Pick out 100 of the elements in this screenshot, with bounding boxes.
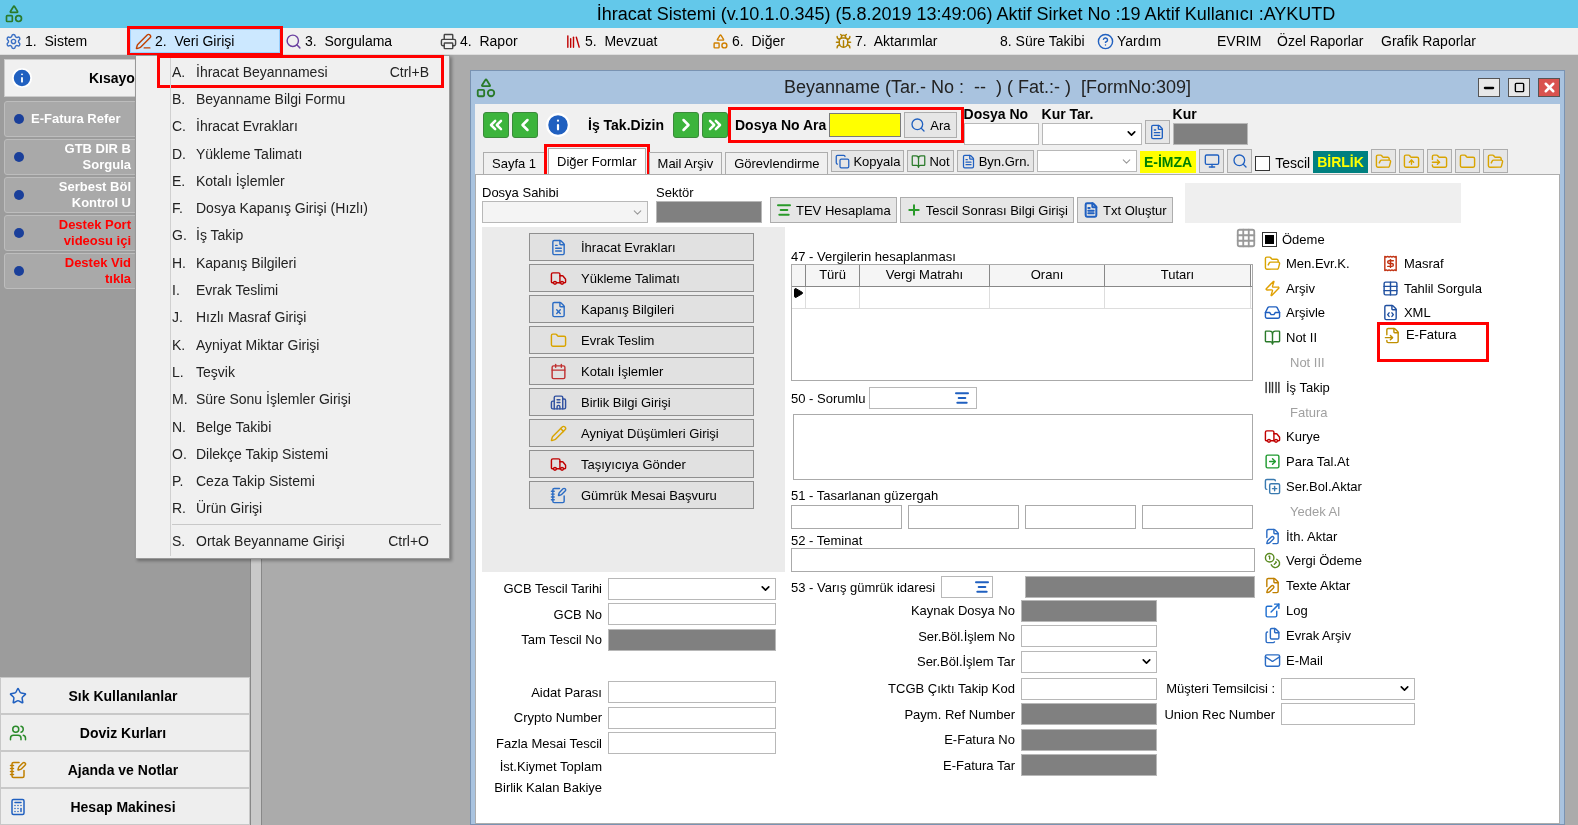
menu-item[interactable]: 4. Rapor bbox=[435, 29, 560, 53]
menu-item[interactable]: Yardım bbox=[1092, 29, 1212, 53]
form-input-field[interactable] bbox=[608, 603, 776, 626]
e-signature-label[interactable]: E-İMZA bbox=[1139, 151, 1197, 173]
action-link[interactable]: Tahlil Sorgula bbox=[1379, 275, 1487, 301]
action-link[interactable]: Arşivle bbox=[1262, 300, 1366, 326]
tab[interactable]: Mail Arşiv bbox=[648, 152, 723, 174]
action-link[interactable]: İth. Aktar bbox=[1262, 523, 1366, 549]
guarantee-input-field[interactable] bbox=[791, 548, 1255, 572]
form-input-field[interactable] bbox=[608, 732, 776, 755]
menu-entry[interactable]: P. Ceza Takip Sistemi bbox=[160, 467, 441, 495]
action-button[interactable]: TEV Hesaplama bbox=[770, 197, 897, 223]
action-button[interactable]: Txt Oluştur bbox=[1077, 197, 1173, 223]
menu-entry[interactable]: R. Ürün Girişi bbox=[160, 494, 441, 523]
table-row[interactable] bbox=[792, 287, 1252, 309]
last-button[interactable] bbox=[702, 112, 728, 138]
owner-dropdown[interactable] bbox=[482, 201, 648, 223]
folder-button[interactable] bbox=[1370, 149, 1396, 173]
action-link[interactable]: Arşiv bbox=[1262, 275, 1366, 301]
action-link[interactable]: Para Tal.At bbox=[1262, 449, 1366, 475]
menu-item[interactable]: 5. Mevzuat bbox=[560, 29, 707, 53]
sidebar-button[interactable]: Hesap Makinesi bbox=[0, 788, 250, 825]
close-button[interactable] bbox=[1538, 78, 1560, 97]
menu-entry[interactable]: M. Süre Sonu İşlemler Girişi bbox=[160, 385, 441, 413]
toolbar-button[interactable]: Kopyala bbox=[831, 150, 905, 172]
customs-lookup-field[interactable] bbox=[941, 576, 993, 598]
form-button[interactable]: Gümrük Mesai Başvuru bbox=[529, 481, 754, 509]
menu-entry[interactable]: L. Teşvik bbox=[160, 358, 441, 386]
sidebar-button[interactable]: Doviz Kurları bbox=[0, 714, 250, 751]
grid-icon[interactable] bbox=[1235, 227, 1257, 249]
action-link[interactable]: E-Fatura bbox=[1379, 325, 1487, 360]
checkbox[interactable] bbox=[1262, 231, 1277, 247]
action-link[interactable]: Not II bbox=[1262, 325, 1366, 351]
folder-button[interactable] bbox=[1398, 149, 1424, 173]
monitor-button[interactable] bbox=[1199, 149, 1225, 173]
checkbox[interactable] bbox=[1255, 155, 1271, 171]
menu-entry[interactable]: S. Ortak Beyanname Girişi Ctrl+O bbox=[160, 527, 441, 555]
menu-item[interactable]: 1. Sistem bbox=[0, 29, 130, 53]
menu-entry[interactable]: O. Dilekçe Takip Sistemi bbox=[160, 440, 441, 468]
payment-checkbox[interactable]: Ödeme bbox=[1262, 227, 1553, 251]
form-input-field[interactable] bbox=[608, 681, 776, 704]
responsible-lookup-field[interactable] bbox=[869, 387, 978, 410]
menu-item[interactable]: Özel Raporlar bbox=[1272, 29, 1376, 53]
folder-button[interactable] bbox=[1454, 149, 1480, 173]
text-area[interactable] bbox=[793, 414, 1253, 481]
maximize-button[interactable] bbox=[1508, 78, 1530, 97]
form-button[interactable]: Evrak Teslim bbox=[529, 326, 754, 354]
form-button[interactable]: İhracat Evrakları bbox=[529, 233, 754, 261]
form-dropdown[interactable] bbox=[1281, 677, 1415, 700]
tab[interactable]: Sayfa 1 bbox=[483, 152, 546, 174]
form-button[interactable]: Taşıyıcıya Gönder bbox=[529, 450, 754, 478]
menu-entry[interactable]: J. Hızlı Masraf Girişi bbox=[160, 303, 441, 331]
first-button[interactable] bbox=[483, 112, 509, 138]
action-link[interactable]: XML bbox=[1379, 300, 1487, 326]
form-input-field[interactable] bbox=[1021, 625, 1157, 648]
form-input-field[interactable] bbox=[1281, 703, 1415, 726]
menu-entry[interactable]: A. İhracat Beyannamesi Ctrl+B bbox=[160, 58, 441, 86]
menu-entry[interactable]: N. Belge Takibi bbox=[160, 412, 441, 441]
toolbar-button[interactable]: Not bbox=[907, 150, 954, 172]
sidebar-button[interactable]: Sık Kullanılanlar bbox=[0, 677, 250, 714]
tab[interactable]: Görevlendirme bbox=[725, 152, 829, 174]
action-link[interactable]: Masraf bbox=[1379, 251, 1487, 276]
action-link[interactable]: İş Takip bbox=[1262, 375, 1366, 400]
action-link[interactable]: Evrak Arşiv bbox=[1262, 622, 1366, 648]
search-button[interactable]: Ara bbox=[904, 112, 957, 138]
menu-entry[interactable]: K. Ayniyat Miktar Girişi bbox=[160, 330, 441, 359]
form-input-field[interactable] bbox=[1021, 677, 1157, 700]
search-button[interactable] bbox=[1227, 149, 1253, 173]
form-button[interactable]: Birlik Bilgi Girişi bbox=[529, 388, 754, 416]
toolbar-input-field[interactable] bbox=[963, 122, 1039, 145]
route-input-field[interactable] bbox=[908, 505, 1019, 530]
form-dropdown[interactable] bbox=[1021, 650, 1157, 673]
action-link[interactable]: Men.Evr.K. bbox=[1262, 251, 1366, 276]
route-input-field[interactable] bbox=[1142, 505, 1253, 530]
toolbar-button[interactable]: Byn.Grn. bbox=[956, 150, 1034, 172]
menu-item[interactable]: 7. Aktarımlar bbox=[830, 29, 995, 53]
form-button[interactable]: Yükleme Talimatı bbox=[529, 264, 754, 292]
menu-item[interactable]: Grafik Raporlar bbox=[1376, 29, 1476, 53]
action-link[interactable]: Texte Aktar bbox=[1262, 573, 1366, 599]
folder-button[interactable] bbox=[1426, 149, 1452, 173]
route-input-field[interactable] bbox=[791, 505, 902, 530]
action-link[interactable]: Vergi Ödeme bbox=[1262, 548, 1366, 574]
folder-button[interactable] bbox=[1482, 149, 1508, 173]
action-button[interactable]: Tescil Sonrası Bilgi Girişi bbox=[899, 197, 1074, 223]
sidebar-button[interactable]: Ajanda ve Notlar bbox=[0, 751, 250, 788]
route-input-field[interactable] bbox=[1025, 505, 1136, 530]
action-link[interactable]: E-Mail bbox=[1262, 647, 1366, 673]
menu-item[interactable]: 3. Sorgulama bbox=[280, 29, 435, 53]
previous-button[interactable] bbox=[512, 112, 538, 138]
form-dropdown[interactable] bbox=[608, 577, 776, 600]
menu-item[interactable]: EVRIM bbox=[1212, 29, 1272, 53]
document-button[interactable] bbox=[1144, 120, 1170, 144]
info-icon[interactable] bbox=[545, 112, 571, 138]
action-link[interactable]: Kurye bbox=[1262, 424, 1366, 450]
action-link[interactable]: Log bbox=[1262, 598, 1366, 623]
minimize-button[interactable] bbox=[1478, 78, 1500, 97]
toolbar-dropdown[interactable] bbox=[1036, 150, 1137, 172]
form-input-field[interactable] bbox=[608, 706, 776, 729]
tescil-checkbox[interactable]: Tescil bbox=[1255, 155, 1311, 171]
birlik-label[interactable]: BİRLİK bbox=[1313, 151, 1368, 173]
